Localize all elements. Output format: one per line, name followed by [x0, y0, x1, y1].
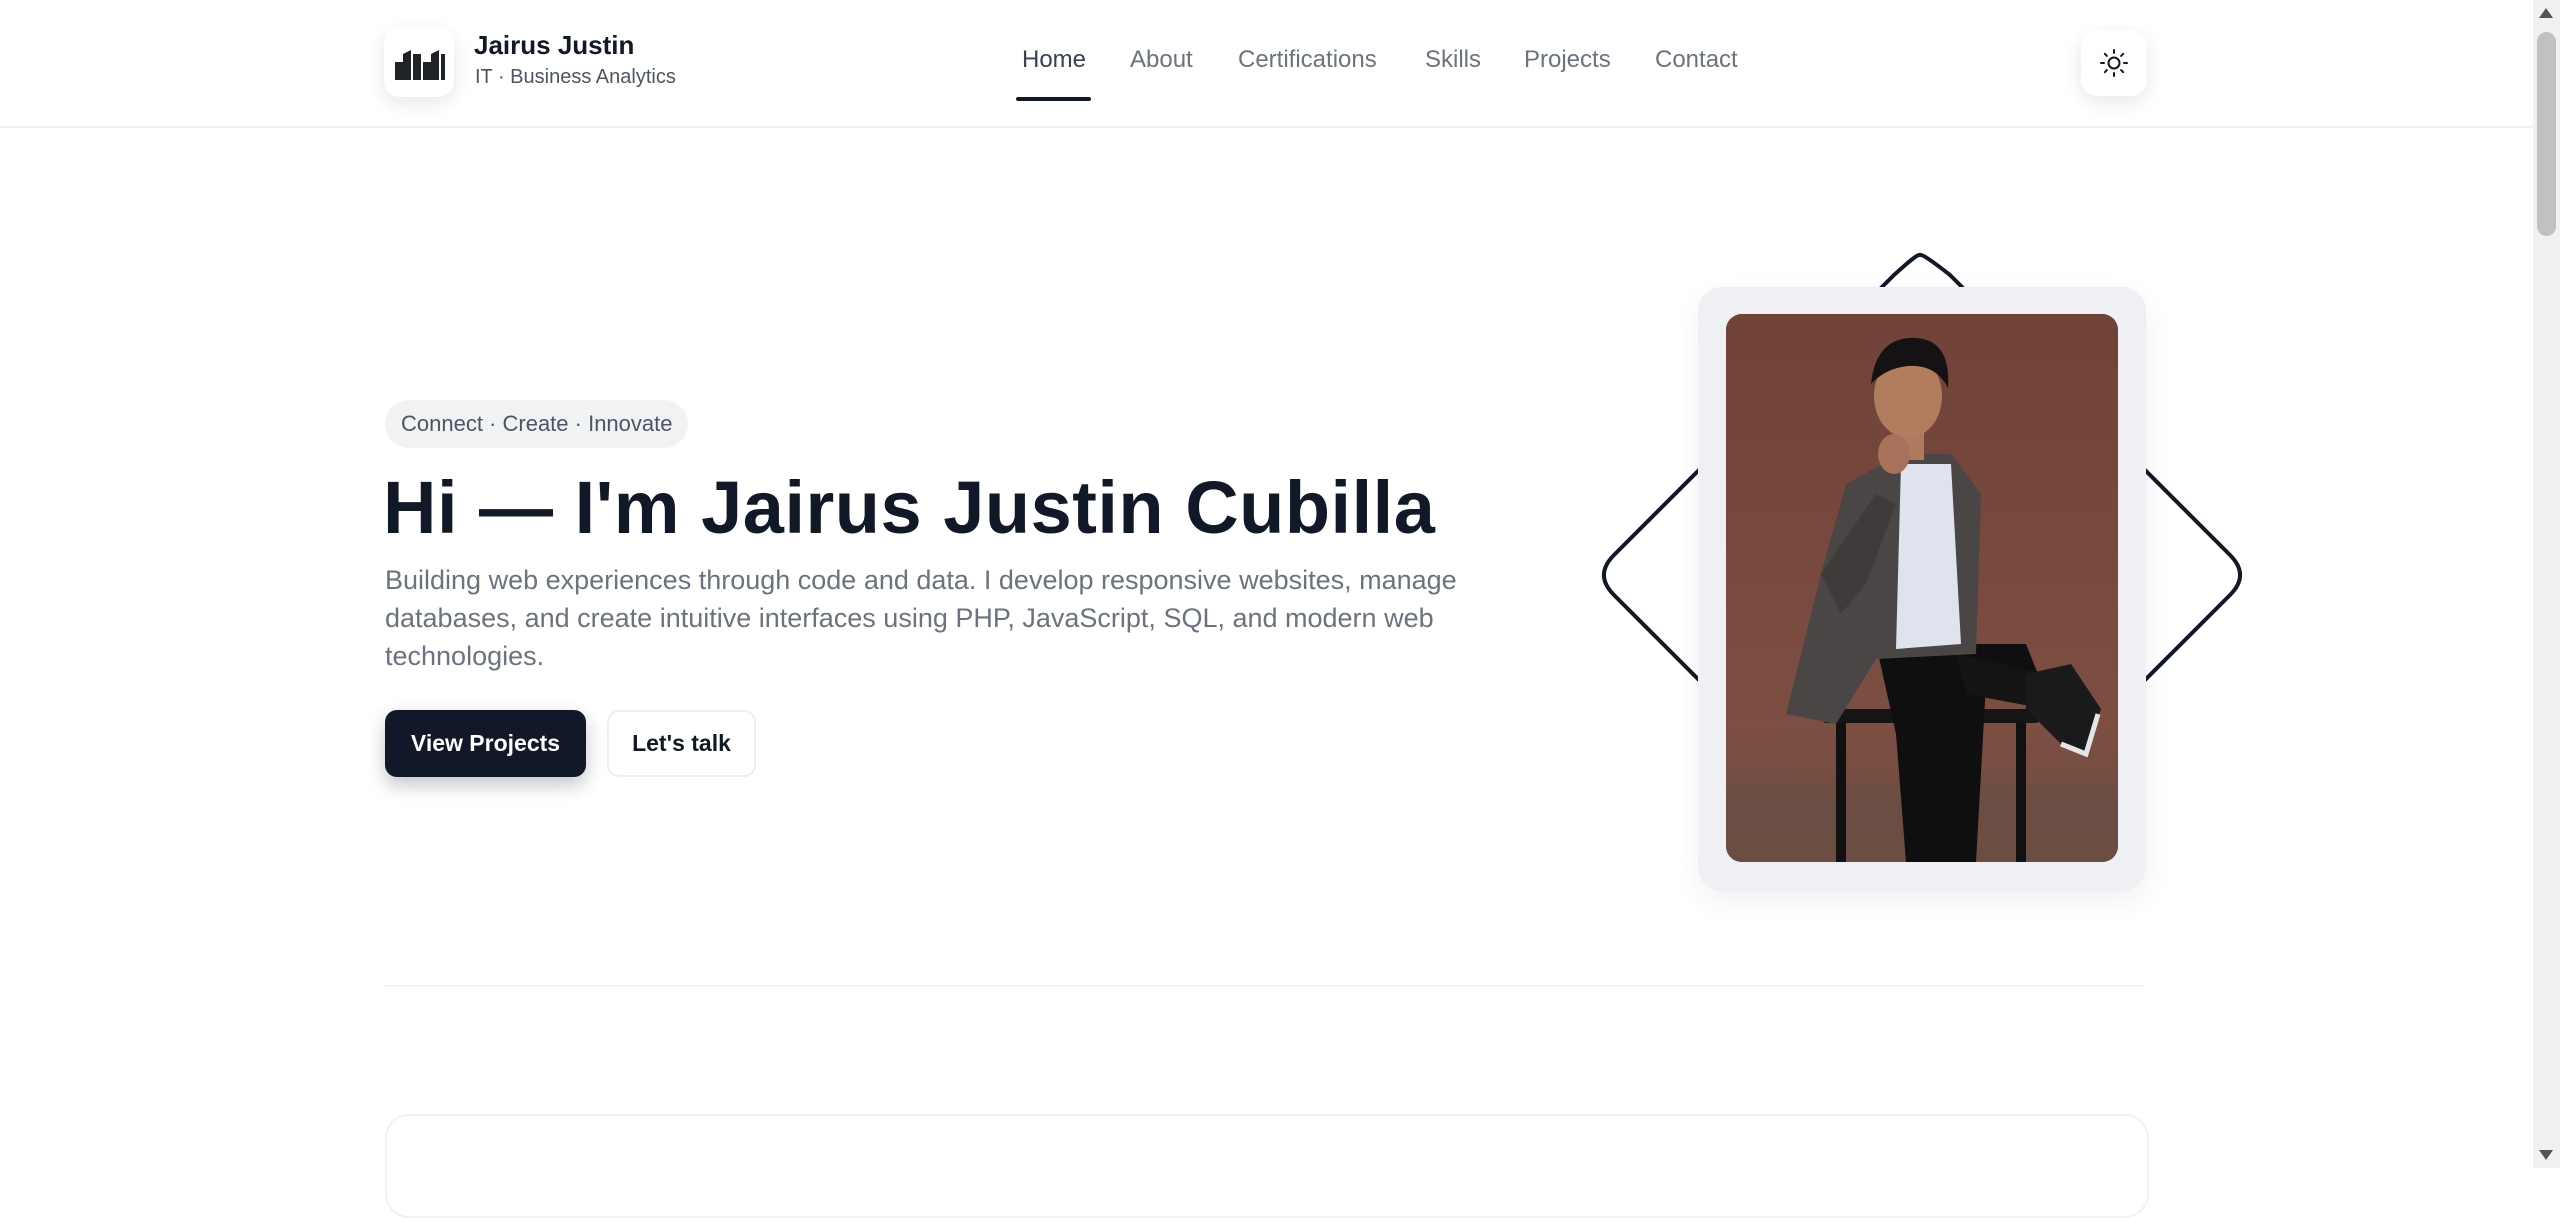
- scroll-down-arrow-icon[interactable]: [2539, 1150, 2553, 1160]
- nav-certifications[interactable]: Certifications: [1238, 46, 1377, 74]
- hero-description: Building web experiences through code an…: [385, 565, 1457, 671]
- site-header: Jairus Justin IT · Business Analytics Ho…: [0, 0, 2533, 128]
- about-section-card: [385, 1114, 2149, 1218]
- theme-toggle-button[interactable]: [2081, 30, 2147, 96]
- nav-contact[interactable]: Contact: [1655, 46, 1738, 74]
- view-projects-button[interactable]: View Projects: [385, 710, 586, 777]
- main-nav: Home About Certifications Skills Project…: [0, 0, 2533, 126]
- nav-home[interactable]: Home: [1022, 46, 1086, 74]
- portrait-photo: [1726, 314, 2118, 862]
- nav-skills[interactable]: Skills: [1425, 46, 1481, 74]
- active-nav-indicator: [1016, 97, 1091, 101]
- section-divider: [385, 985, 2145, 987]
- scrollbar-thumb[interactable]: [2537, 32, 2556, 236]
- scroll-up-arrow-icon[interactable]: [2539, 8, 2553, 18]
- lets-talk-button[interactable]: Let's talk: [607, 710, 756, 777]
- sun-icon: [2100, 49, 2128, 77]
- page-scrollbar[interactable]: [2533, 0, 2560, 1168]
- hero-title: Hi — I'm Jairus Justin Cubilla: [383, 466, 1436, 549]
- nav-projects[interactable]: Projects: [1524, 46, 1611, 74]
- person-portrait-image: [1726, 314, 2118, 862]
- hero-tagline: Connect · Create · Innovate: [385, 400, 689, 448]
- nav-about[interactable]: About: [1130, 46, 1193, 74]
